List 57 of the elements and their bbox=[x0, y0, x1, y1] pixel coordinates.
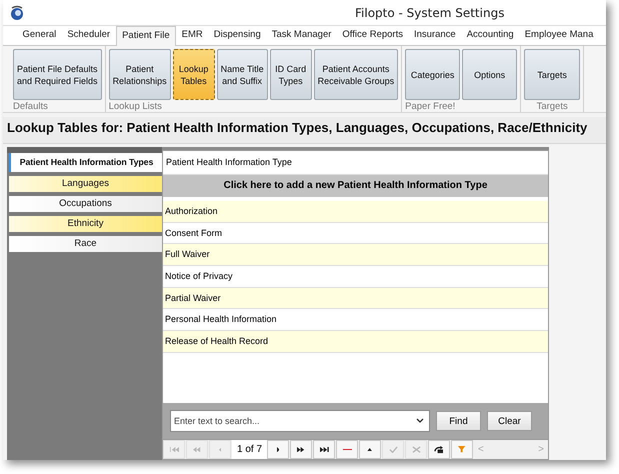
navigator-button[interactable] bbox=[313, 440, 336, 459]
first-page-icon bbox=[170, 446, 178, 452]
sidebar-item[interactable]: Ethnicity bbox=[9, 216, 162, 232]
tab[interactable]: Insurance bbox=[408, 26, 462, 45]
minus-icon bbox=[342, 448, 352, 450]
tab[interactable]: Accounting bbox=[461, 26, 520, 45]
navigator-button[interactable] bbox=[290, 440, 312, 459]
x-icon bbox=[412, 446, 421, 454]
navigator-button[interactable] bbox=[428, 440, 450, 459]
table-cell: Partial Waiver bbox=[163, 288, 548, 310]
page-indicator: 1 of 7 bbox=[232, 440, 268, 459]
table-cell: Consent Form bbox=[163, 222, 548, 244]
ribbon-button[interactable]: Name Title and Suffix bbox=[216, 49, 268, 100]
group-label: Paper Free! bbox=[405, 101, 456, 112]
last-page-icon bbox=[320, 446, 329, 452]
ribbon-button[interactable]: Patient Relationships bbox=[108, 49, 171, 100]
ribbon-button[interactable]: Lookup Tables bbox=[172, 49, 215, 100]
tab[interactable]: Office Reports bbox=[336, 26, 408, 45]
table-cell: Full Waiver bbox=[163, 244, 548, 266]
tab[interactable]: EMR bbox=[176, 26, 208, 45]
tab[interactable]: Patient File bbox=[116, 26, 176, 46]
ribbon-button[interactable]: Targets bbox=[524, 49, 580, 100]
double-right-icon bbox=[297, 446, 305, 452]
sidebar-item[interactable]: Patient Health Information Types bbox=[9, 153, 162, 172]
app-logo-icon bbox=[9, 4, 25, 20]
tab[interactable]: Task Manager bbox=[266, 26, 337, 45]
ribbon-button[interactable]: Categories bbox=[405, 49, 460, 100]
page-heading: Lookup Tables for: Patient Health Information Types, Languages, Occupations, Race/Ethnicity bbox=[3, 117, 606, 144]
tab[interactable]: General bbox=[17, 26, 62, 45]
action-button[interactable]: Clear bbox=[487, 411, 532, 431]
filter-icon bbox=[458, 446, 466, 453]
action-button[interactable]: Find bbox=[436, 411, 481, 431]
right-triangle-icon bbox=[276, 446, 280, 452]
checkmark-icon bbox=[388, 446, 398, 454]
group-label: Targets bbox=[536, 101, 568, 112]
ribbon-button[interactable]: Options bbox=[462, 49, 518, 100]
tab[interactable]: Dispensing bbox=[208, 26, 266, 45]
redo-arrow-icon bbox=[434, 445, 444, 454]
double-left-icon bbox=[193, 446, 201, 452]
group-label: Defaults bbox=[13, 101, 48, 112]
ribbon-button[interactable]: Patient File Defaults and Required Fields bbox=[13, 49, 102, 100]
sidebar-item[interactable]: Languages bbox=[9, 176, 162, 192]
tab[interactable]: Scheduler bbox=[62, 26, 116, 45]
search-field[interactable]: Enter text to search... bbox=[170, 410, 430, 432]
ribbon-button[interactable]: Patient Accounts Receivable Groups bbox=[314, 49, 398, 100]
ribbon-button[interactable]: ID Card Types bbox=[270, 49, 312, 100]
add-row[interactable]: Click here to add a new Patient Health Information Type bbox=[163, 175, 548, 197]
tab[interactable]: Employee Mana bbox=[519, 26, 599, 45]
up-triangle-icon bbox=[367, 448, 373, 452]
sidebar-item[interactable]: Occupations bbox=[9, 196, 162, 212]
sidebar-item[interactable]: Race bbox=[9, 236, 162, 252]
group-label: Lookup Lists bbox=[108, 101, 162, 112]
table-cell: Release of Health Record bbox=[163, 331, 548, 353]
chevron-down-icon[interactable] bbox=[416, 418, 424, 424]
left-triangle-icon bbox=[218, 446, 222, 452]
table-cell: Authorization bbox=[163, 201, 548, 223]
window-title: Filopto - System Settings bbox=[355, 6, 504, 20]
